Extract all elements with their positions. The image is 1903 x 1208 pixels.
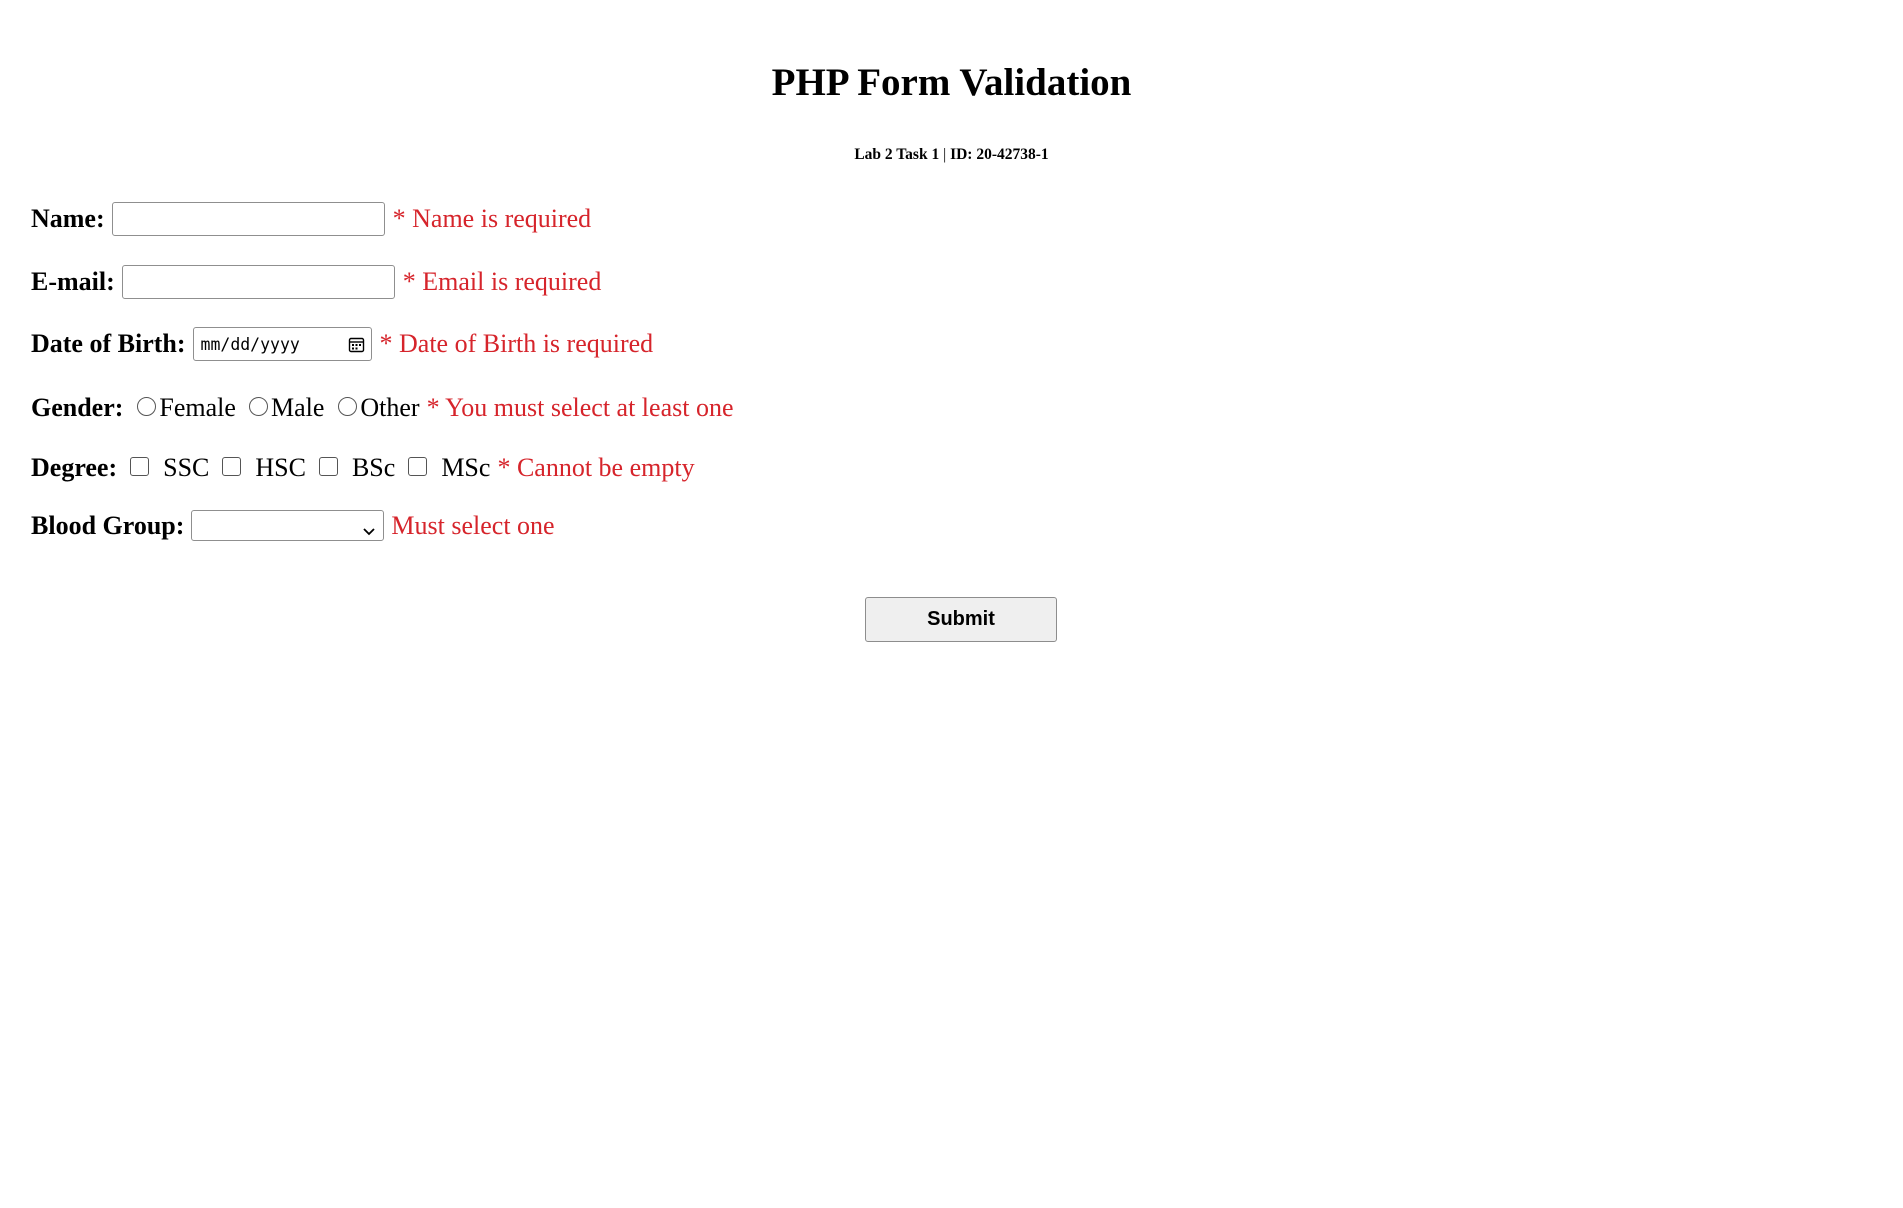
hsc-label: HSC [255,453,306,482]
page: PHP Form Validation Lab 2 Task 1 | ID: 2… [0,0,1903,1208]
gender-option-female[interactable]: Female [137,393,236,423]
gender-option-other[interactable]: Other [338,393,420,423]
hsc-checkbox[interactable] [222,457,242,476]
gender-error: * You must select at least one [426,393,734,422]
female-label: Female [159,393,236,422]
calendar-icon[interactable] [348,336,365,353]
male-label: Male [270,393,325,422]
degree-row: Degree: SSC HSC BSc MSc * Cannot be empt… [31,453,695,483]
gender-row: Gender: Female Male Other * You must sel… [31,393,734,423]
gender-option-male[interactable]: Male [248,393,325,423]
bsc-label: BSc [351,453,396,482]
page-subtitle: Lab 2 Task 1 | ID: 20-42738-1 [0,145,1903,165]
blood-group-row: Blood Group: Must select one [31,510,555,541]
blood-group-label: Blood Group: [31,510,185,540]
female-radio[interactable] [137,397,157,416]
email-row: E-mail: * Email is required [31,265,601,299]
dob-error: * Date of Birth is required [379,329,654,358]
dob-label: Date of Birth: [31,329,186,358]
page-title: PHP Form Validation [771,61,1132,104]
msc-label: MSc [441,453,491,482]
subtitle-id: ID: 20-42738-1 [950,146,1049,163]
degree-option-bsc[interactable]: BSc [318,453,396,483]
gender-label: Gender: [31,393,124,422]
male-radio[interactable] [248,397,268,416]
submit-button[interactable]: Submit [865,597,1057,642]
degree-option-msc[interactable]: MSc [408,453,490,483]
name-error: * Name is required [392,204,592,233]
dob-row: Date of Birth: mm/dd/yyyy * Date of Birt… [31,327,653,361]
degree-option-ssc[interactable]: SSC [130,453,209,483]
dob-placeholder: mm/dd/yyyy [200,334,300,354]
bsc-checkbox[interactable] [318,457,338,476]
email-error: * Email is required [402,267,602,296]
degree-label: Degree: [31,453,118,482]
other-label: Other [360,393,420,422]
name-field[interactable] [111,202,385,236]
name-label: Name: [31,204,105,233]
blood-group-select[interactable] [191,510,385,541]
name-row: Name: * Name is required [31,202,591,236]
ssc-label: SSC [163,453,210,482]
subtitle-separator: | [943,146,947,163]
degree-option-hsc[interactable]: HSC [222,453,306,483]
ssc-checkbox[interactable] [130,457,150,476]
other-radio[interactable] [338,397,358,416]
msc-checkbox[interactable] [408,457,428,476]
degree-error: * Cannot be empty [497,453,695,482]
email-label: E-mail: [31,267,115,296]
email-field[interactable] [121,265,395,299]
dob-field[interactable]: mm/dd/yyyy [192,327,372,361]
blood-group-error: Must select one [391,510,555,540]
chevron-down-icon[interactable] [361,516,377,536]
subtitle-lab: Lab 2 Task 1 [854,146,940,163]
